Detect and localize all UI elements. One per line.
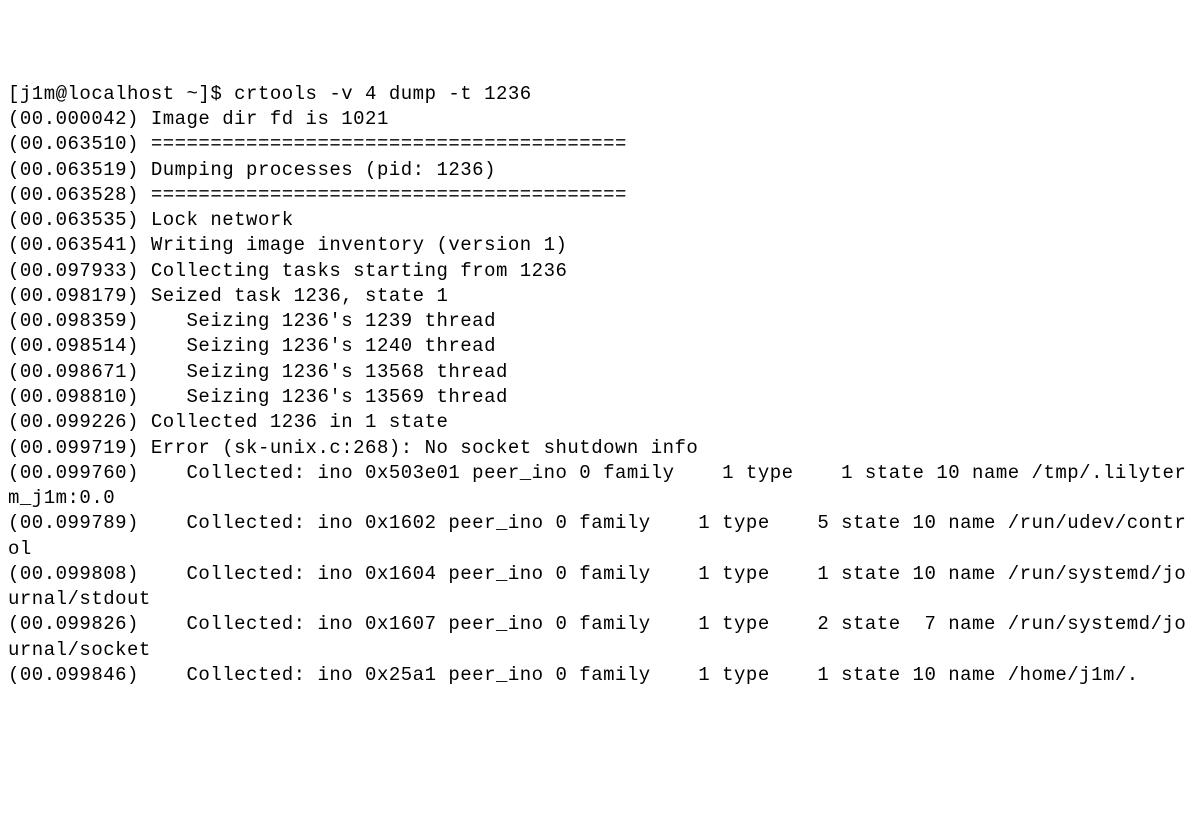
log-line: (00.098671) Seizing 1236's 13568 thread: [8, 361, 508, 383]
log-line: (00.063528) ============================…: [8, 184, 627, 206]
log-line: (00.098810) Seizing 1236's 13569 thread: [8, 386, 508, 408]
log-line: (00.099846) Collected: ino 0x25a1 peer_i…: [8, 664, 1139, 686]
terminal-output[interactable]: [j1m@localhost ~]$ crtools -v 4 dump -t …: [8, 82, 1192, 688]
log-line: (00.099789) Collected: ino 0x1602 peer_i…: [8, 512, 1186, 559]
log-line: (00.063519) Dumping processes (pid: 1236…: [8, 159, 496, 181]
log-line: (00.099226) Collected 1236 in 1 state: [8, 411, 448, 433]
shell-prompt: [j1m@localhost ~]$: [8, 83, 222, 105]
log-line: (00.098179) Seized task 1236, state 1: [8, 285, 448, 307]
log-line: (00.098514) Seizing 1236's 1240 thread: [8, 335, 496, 357]
log-line: (00.063510) ============================…: [8, 133, 627, 155]
log-line: (00.063535) Lock network: [8, 209, 294, 231]
log-line: (00.099826) Collected: ino 0x1607 peer_i…: [8, 613, 1186, 660]
log-line: (00.099808) Collected: ino 0x1604 peer_i…: [8, 563, 1186, 610]
log-line: (00.099719) Error (sk-unix.c:268): No so…: [8, 437, 698, 459]
shell-command: crtools -v 4 dump -t 1236: [234, 83, 532, 105]
log-line: (00.099760) Collected: ino 0x503e01 peer…: [8, 462, 1186, 509]
log-line: (00.098359) Seizing 1236's 1239 thread: [8, 310, 496, 332]
log-line: (00.000042) Image dir fd is 1021: [8, 108, 389, 130]
log-line: (00.063541) Writing image inventory (ver…: [8, 234, 567, 256]
log-line: (00.097933) Collecting tasks starting fr…: [8, 260, 567, 282]
